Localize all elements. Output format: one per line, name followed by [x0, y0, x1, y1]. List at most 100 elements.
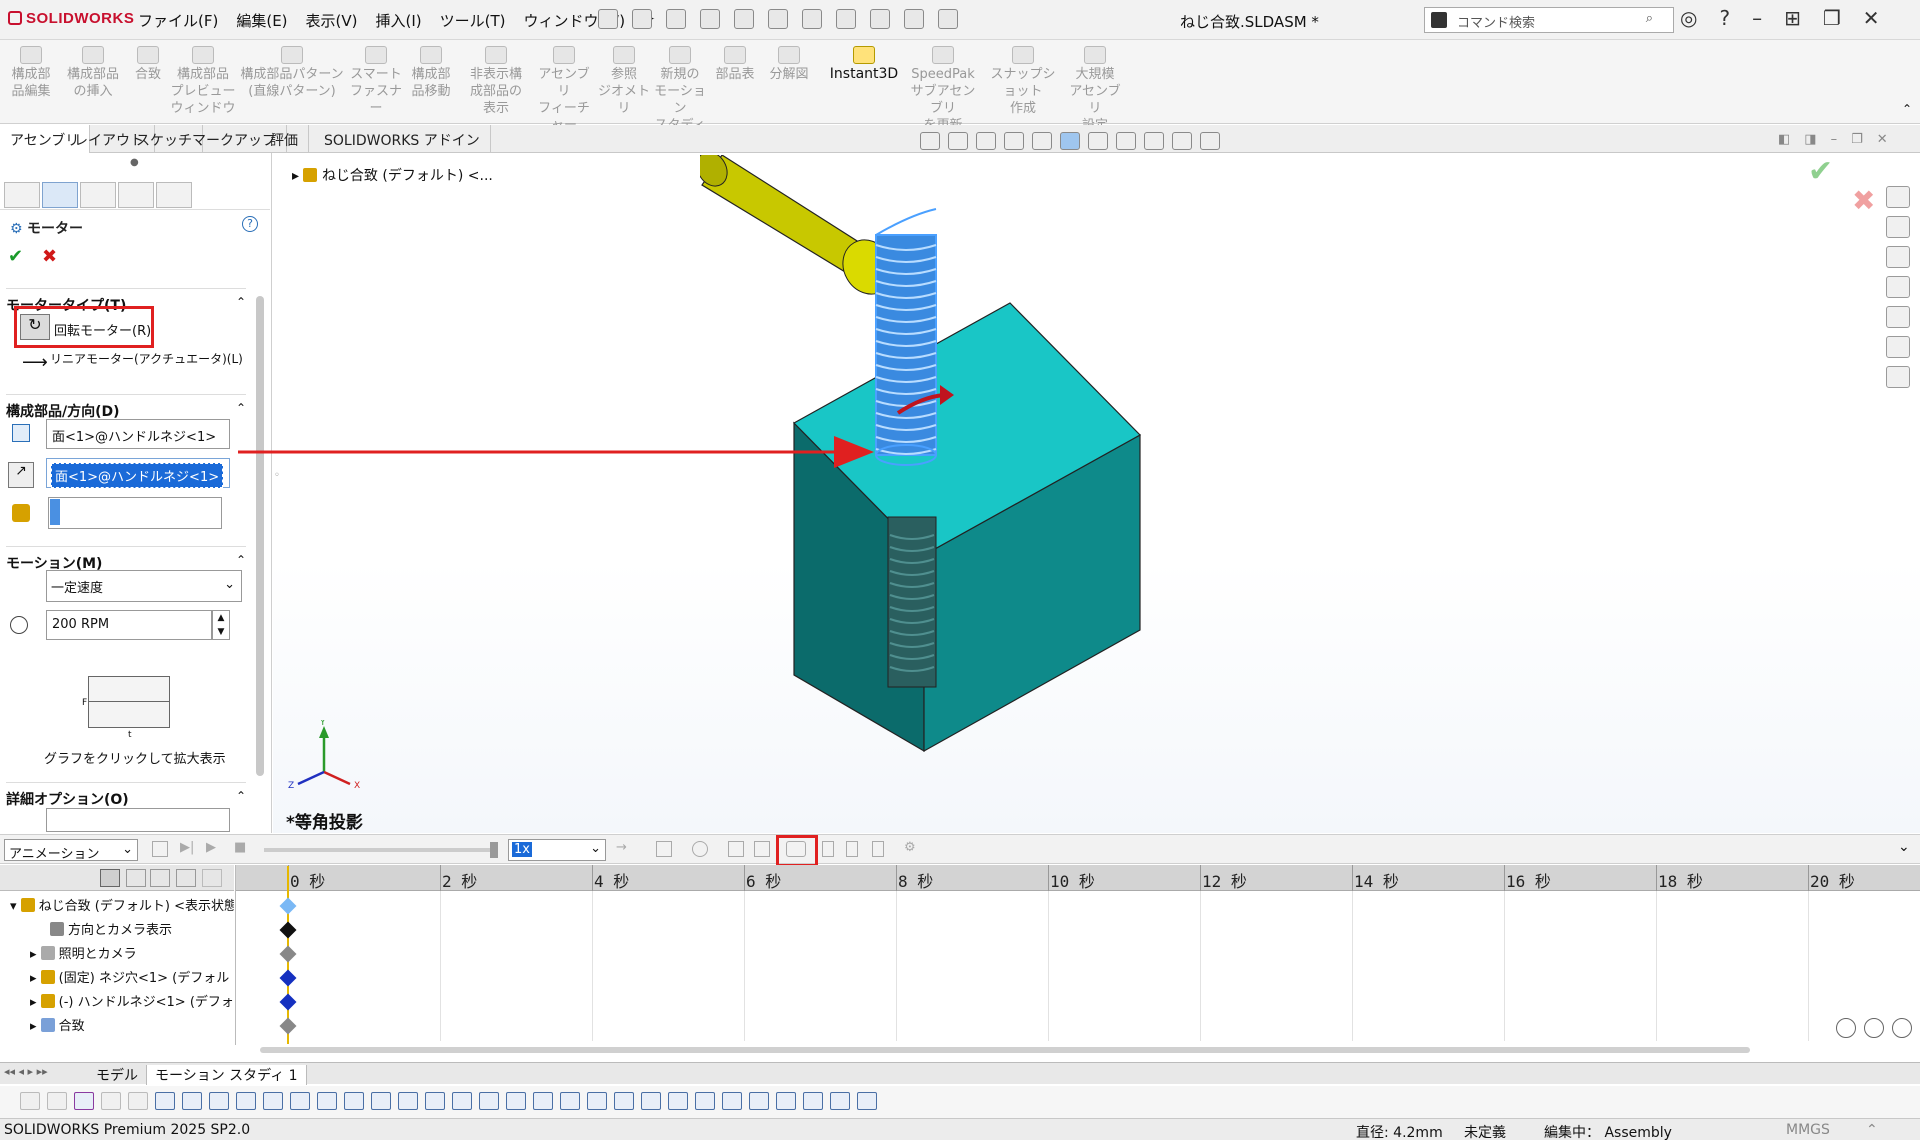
hide-show-icon[interactable]: [1088, 132, 1108, 150]
flyout-tree-head[interactable]: ▸ ねじ合致 (デフォルト) <...: [292, 165, 493, 185]
playback-speed-select[interactable]: 1x ⌄: [508, 839, 606, 861]
collapse-chevron-icon[interactable]: ⌃: [236, 789, 246, 803]
toolbar-icon[interactable]: [101, 1092, 121, 1110]
expand-arrow-icon[interactable]: ▾: [10, 899, 17, 914]
timeline-area[interactable]: [236, 891, 1920, 1041]
filter-surface-bodies-icon[interactable]: [236, 1092, 256, 1110]
reverse-direction-button[interactable]: ↗: [8, 462, 34, 488]
command-search-input[interactable]: コマンド検索 ⌕: [1424, 7, 1674, 33]
edit-appearance-icon[interactable]: [1116, 132, 1136, 150]
collapse-motion-manager-icon[interactable]: ⌄: [1898, 839, 1910, 855]
ribbon-edit-component[interactable]: 構成部 品編集: [6, 46, 56, 100]
stop-icon[interactable]: ■: [234, 840, 246, 855]
ribbon-component-preview[interactable]: 構成部品 プレビュー ウィンドウ: [170, 46, 236, 117]
motion-type-select[interactable]: 一定速度 ⌄: [46, 570, 242, 602]
timeline-scrollbar[interactable]: [260, 1047, 1750, 1053]
filter-axes-icon[interactable]: [290, 1092, 310, 1110]
ribbon-move-component[interactable]: 構成部 品移動: [404, 46, 458, 100]
appearances-icon[interactable]: [1886, 306, 1910, 328]
advanced-option-field[interactable]: [46, 808, 230, 832]
motion-settings-gear-icon[interactable]: ⚙: [904, 840, 916, 855]
tab-motion-study[interactable]: モーション スタディ 1: [146, 1065, 307, 1085]
tile-button[interactable]: ⊞: [1784, 6, 1801, 30]
confirm-check-icon[interactable]: ✔: [1808, 154, 1833, 189]
motion-graph-thumbnail[interactable]: [88, 676, 170, 728]
toolbar-icon[interactable]: [20, 1092, 40, 1110]
viewport-restore-icon[interactable]: ❐: [1851, 132, 1863, 147]
help-icon[interactable]: ?: [242, 216, 258, 232]
ribbon-new-motion-study[interactable]: 新規のモーションスタディ: [654, 46, 706, 134]
display-manager-icon[interactable]: [156, 182, 192, 208]
ribbon-linear-pattern[interactable]: 構成部品パターン (直線パターン): [240, 46, 344, 100]
display-style-icon[interactable]: [1060, 132, 1080, 150]
ribbon-bom[interactable]: 部品表: [712, 46, 758, 83]
filter-meshes-icon[interactable]: [803, 1092, 823, 1110]
ribbon-show-hidden[interactable]: 非表示構 成部品の 表示: [462, 46, 530, 117]
playback-mode-icon[interactable]: →: [616, 840, 627, 855]
ribbon-speedpak[interactable]: SpeedPakサブアセンブリを更新: [906, 46, 980, 134]
filter-cosmetic-threads-icon[interactable]: [641, 1092, 661, 1110]
display-pane-icon[interactable]: [1200, 132, 1220, 150]
filter-mates-icon[interactable]: [776, 1092, 796, 1110]
solidworks-logo[interactable]: SOLIDWORKS: [8, 10, 134, 27]
filter-midpoints-icon[interactable]: [398, 1092, 418, 1110]
ribbon-assembly-feature[interactable]: アセンブリフィーチャー: [532, 46, 596, 134]
configuration-manager-icon[interactable]: [80, 182, 116, 208]
file-properties-icon[interactable]: [904, 9, 924, 29]
expand-arrow-icon[interactable]: ▸: [30, 947, 37, 962]
design-library-icon[interactable]: [1886, 216, 1910, 238]
help-icon[interactable]: ?: [1719, 6, 1730, 30]
custom-properties-icon[interactable]: [1886, 336, 1910, 358]
filter-dowel-pin-icon[interactable]: [695, 1092, 715, 1110]
filter-dimensions-icon[interactable]: [479, 1092, 499, 1110]
print-icon[interactable]: [734, 9, 754, 29]
filter-sketch-segments-icon[interactable]: [371, 1092, 391, 1110]
tab-evaluate[interactable]: 評価: [260, 125, 309, 153]
ribbon-snapshot[interactable]: スナップショット 作成: [986, 46, 1060, 117]
toolbar-icon[interactable]: [128, 1092, 148, 1110]
filter-cameras-icon[interactable]: [830, 1092, 850, 1110]
animation-wizard-icon[interactable]: [692, 841, 708, 857]
panel-grip[interactable]: ●: [130, 157, 139, 168]
units-dropdown-icon[interactable]: ⌃: [1866, 1122, 1878, 1138]
save-icon[interactable]: [700, 9, 720, 29]
motion-section-header[interactable]: モーション(M) ⌃: [6, 546, 246, 573]
filter-edges-icon[interactable]: [182, 1092, 202, 1110]
dimxpert-icon[interactable]: [118, 182, 154, 208]
play-from-start-icon[interactable]: ▶|: [180, 840, 194, 855]
zoom-area-icon[interactable]: [948, 132, 968, 150]
collapse-chevron-icon[interactable]: ⌃: [236, 295, 246, 309]
tree-row-handle-screw[interactable]: ▸ (-) ハンドルネジ<1> (デフォ: [0, 991, 234, 1015]
solidworks-resources-icon[interactable]: [1886, 186, 1910, 208]
expand-arrow-icon[interactable]: ▸: [30, 971, 37, 986]
expand-arrow-icon[interactable]: ▸: [30, 1019, 37, 1034]
unit-system[interactable]: MMGS: [1786, 1122, 1830, 1138]
toolbar-icon[interactable]: [47, 1092, 67, 1110]
filter-datum-targets-icon[interactable]: [614, 1092, 634, 1110]
featuremanager-tree-icon[interactable]: [4, 182, 40, 208]
undo-icon[interactable]: [768, 9, 788, 29]
tree-row-orientation[interactable]: 方向とカメラ表示: [0, 919, 234, 943]
filter-routing-points-icon[interactable]: [749, 1092, 769, 1110]
menu-edit[interactable]: 編集(E): [236, 10, 287, 31]
save-animation-icon[interactable]: [656, 841, 672, 857]
apply-scene-icon[interactable]: [1144, 132, 1164, 150]
filter-center-marks-icon[interactable]: [425, 1092, 445, 1110]
panel-scrollbar[interactable]: [256, 296, 264, 776]
filter-connection-points-icon[interactable]: [722, 1092, 742, 1110]
calculate-icon[interactable]: [152, 841, 168, 857]
timeline-header[interactable]: 0 秒 2 秒 4 秒 6 秒 8 秒 10 秒 12 秒 14 秒 16 秒 …: [236, 865, 1920, 891]
assembly-model[interactable]: [700, 155, 1180, 805]
ribbon-exploded-view[interactable]: 分解図: [766, 46, 812, 83]
ribbon-insert-component[interactable]: 構成部品 の挿入: [62, 46, 124, 100]
open-icon[interactable]: [666, 9, 686, 29]
cancel-x-button[interactable]: ✖: [42, 246, 57, 267]
collapse-chevron-icon[interactable]: ⌃: [236, 553, 246, 567]
collapse-all-icon[interactable]: [202, 869, 222, 887]
tab-solidworks-addins[interactable]: SOLIDWORKS アドイン: [314, 125, 491, 153]
home-icon[interactable]: [598, 9, 618, 29]
filter-selected-icon[interactable]: [150, 869, 170, 887]
filter-lights-icon[interactable]: [857, 1092, 877, 1110]
restore-button[interactable]: ❐: [1823, 6, 1841, 30]
expand-arrow-icon[interactable]: ▸: [30, 995, 37, 1010]
